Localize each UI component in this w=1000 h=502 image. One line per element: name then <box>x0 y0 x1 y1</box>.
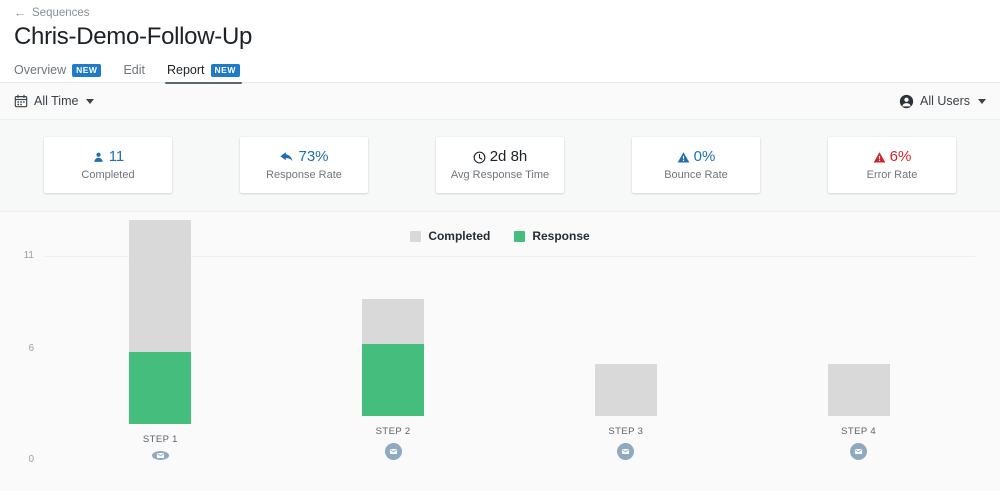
chart-bar-column: STEP 4 <box>827 256 890 460</box>
breadcrumb-label[interactable]: Sequences <box>32 6 90 20</box>
chart-bar-column: STEP 3 <box>594 256 657 460</box>
tab-report-label: Report <box>166 63 205 77</box>
arrow-left-icon: ← <box>14 5 26 20</box>
tab-edit-label: Edit <box>123 63 145 77</box>
chart-bar-3[interactable] <box>594 364 657 416</box>
legend-label-response: Response <box>532 229 590 243</box>
stat-label-completed: Completed <box>81 169 135 181</box>
filter-bar: All Time All Users <box>0 83 1000 120</box>
person-icon <box>92 151 105 164</box>
stat-value-bounce-rate: 0% <box>677 148 716 166</box>
tab-edit[interactable]: Edit <box>123 62 145 82</box>
chart-y-tick-label: 0 <box>28 454 34 465</box>
chart-x-tick-label: STEP 2 <box>375 426 411 437</box>
user-filter[interactable]: All Users <box>899 94 986 109</box>
tab-overview[interactable]: Overview NEW <box>14 62 102 82</box>
date-range-filter[interactable]: All Time <box>14 94 95 108</box>
bar-segment-completed[interactable] <box>827 364 890 416</box>
tab-report-new-badge: NEW <box>210 63 240 77</box>
stat-label-response-rate: Response Rate <box>266 169 342 181</box>
chart-bar-1[interactable] <box>129 220 192 424</box>
page-header: ← Sequences Chris-Demo-Follow-Up Overvie… <box>0 0 1000 84</box>
chart-bar-4[interactable] <box>827 364 890 416</box>
chevron-down-icon <box>86 98 95 104</box>
bar-segment-response[interactable] <box>129 351 192 424</box>
email-icon[interactable] <box>617 443 635 460</box>
stat-number-error-rate: 6% <box>889 148 912 165</box>
calendar-icon <box>14 94 28 108</box>
stat-value-error-rate: 6% <box>873 148 912 166</box>
stats-row: 11 Completed 73% Response Rate 2d 8h Avg… <box>0 137 1000 193</box>
tab-overview-new-badge: NEW <box>72 63 102 77</box>
legend-label-completed: Completed <box>428 229 491 243</box>
stat-value-avg-response-time: 2d 8h <box>473 148 528 166</box>
stat-card-error-rate[interactable]: 6% Error Rate <box>828 137 956 193</box>
page-title: Chris-Demo-Follow-Up <box>14 23 253 50</box>
clock-icon <box>473 151 486 164</box>
warning-triangle-icon <box>873 151 886 164</box>
stat-number-bounce-rate: 0% <box>693 148 716 165</box>
chart-x-tick-label: STEP 1 <box>142 434 178 445</box>
stat-number-response-rate: 73% <box>298 148 329 165</box>
stat-label-bounce-rate: Bounce Rate <box>664 169 728 181</box>
chart-y-tick-label: 11 <box>23 250 34 261</box>
bar-segment-completed[interactable] <box>129 220 192 352</box>
stat-value-response-rate: 73% <box>279 148 329 166</box>
tab-bar: Overview NEW Edit Report NEW <box>14 60 986 84</box>
stats-strip: 11 Completed 73% Response Rate 2d 8h Avg… <box>0 120 1000 212</box>
date-range-filter-label: All Time <box>34 94 79 108</box>
bar-segment-response[interactable] <box>362 343 425 416</box>
stat-number-avg-response-time: 2d 8h <box>489 148 528 165</box>
stat-value-completed: 11 <box>92 148 125 166</box>
bar-segment-completed[interactable] <box>594 364 657 416</box>
stat-card-avg-response-time[interactable]: 2d 8h Avg Response Time <box>436 137 564 193</box>
warning-triangle-icon <box>677 151 690 164</box>
legend-swatch-completed <box>410 230 422 242</box>
stat-card-response-rate[interactable]: 73% Response Rate <box>240 137 368 193</box>
email-icon[interactable] <box>850 443 868 460</box>
legend-swatch-response <box>514 230 526 242</box>
step-performance-chart: Completed Response 0 6 11 STEP 1 STEP 2 STEP… <box>0 212 1000 491</box>
stat-label-avg-response-time: Avg Response Time <box>450 169 550 181</box>
chart-plot-area: 0 6 11 STEP 1 STEP 2 STEP 3 STEP 4 <box>0 220 1000 491</box>
legend-item-response[interactable]: Response <box>514 229 590 243</box>
tab-report[interactable]: Report NEW <box>164 62 242 84</box>
chevron-down-icon <box>978 98 986 104</box>
stat-card-completed[interactable]: 11 Completed <box>44 137 172 193</box>
chart-x-tick-label: STEP 4 <box>841 426 877 437</box>
bar-segment-completed[interactable] <box>362 299 425 344</box>
person-circle-icon <box>899 94 914 109</box>
stat-label-error-rate: Error Rate <box>866 169 918 181</box>
chart-bar-2[interactable] <box>362 299 425 416</box>
user-filter-label: All Users <box>919 94 970 108</box>
chart-y-tick-label: 6 <box>28 342 34 354</box>
chart-bar-column: STEP 1 <box>129 220 192 460</box>
chart-x-tick-label: STEP 3 <box>608 426 644 437</box>
reply-arrow-icon <box>279 150 294 165</box>
stat-number-completed: 11 <box>108 148 125 165</box>
stat-card-bounce-rate[interactable]: 0% Bounce Rate <box>632 137 760 193</box>
email-icon[interactable] <box>151 451 169 460</box>
tab-overview-label: Overview <box>14 63 67 77</box>
chart-bar-column: STEP 2 <box>362 256 425 460</box>
legend-item-completed[interactable]: Completed <box>410 229 490 243</box>
email-icon[interactable] <box>384 443 402 460</box>
chart-bars: STEP 1 STEP 2 STEP 3 STEP 4 <box>44 220 975 460</box>
breadcrumb[interactable]: ← Sequences <box>14 6 986 20</box>
